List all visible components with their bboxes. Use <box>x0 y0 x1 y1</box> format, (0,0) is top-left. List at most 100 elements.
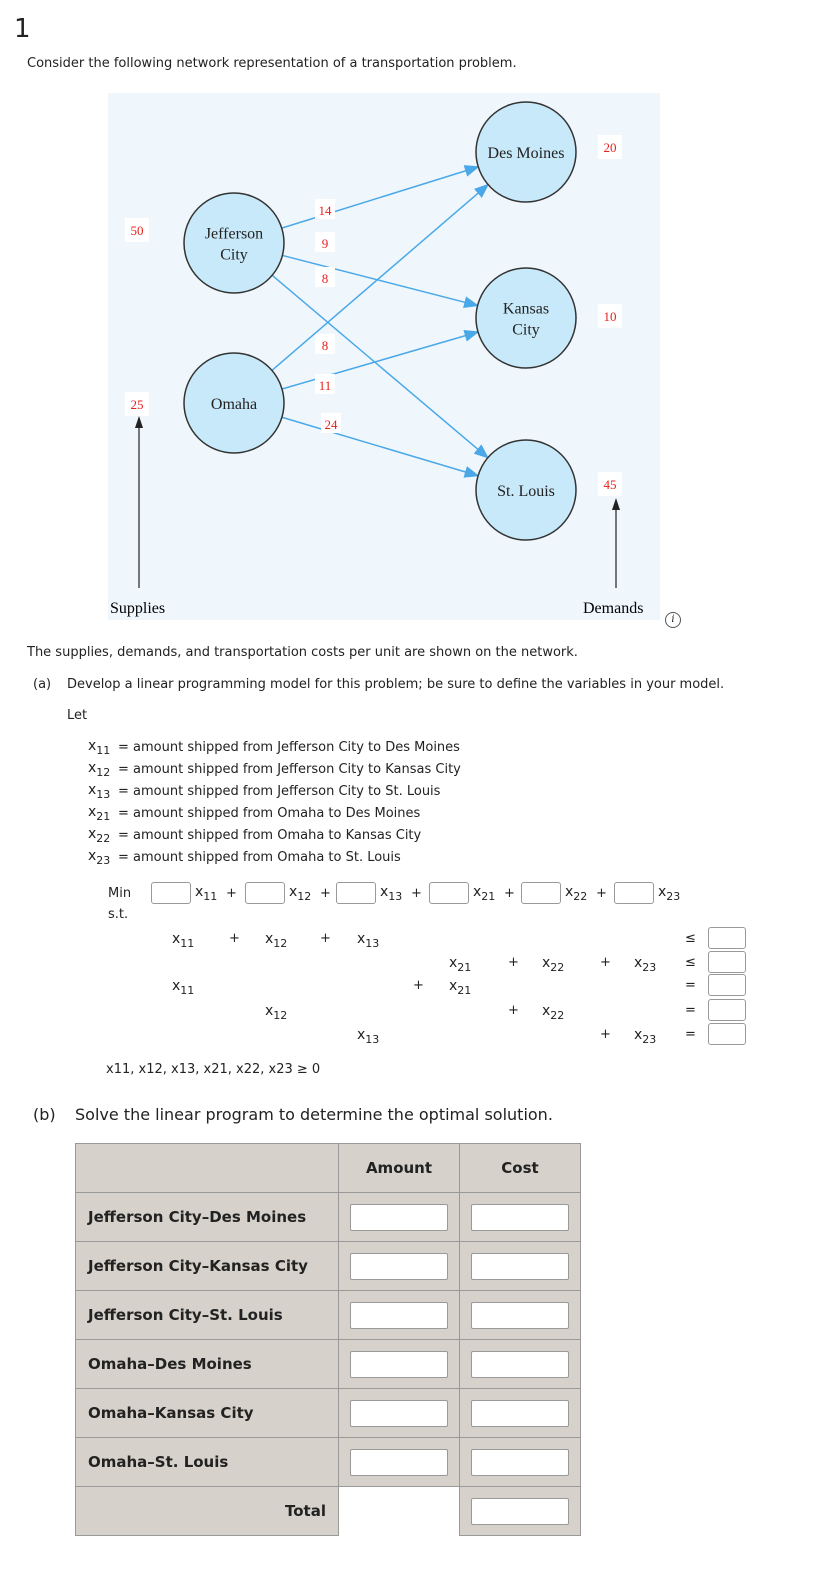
cost-input[interactable] <box>471 1350 569 1378</box>
objective-coef-x11[interactable] <box>151 882 191 904</box>
svg-text:Omaha: Omaha <box>211 396 257 413</box>
constraint-var: x11 <box>172 931 195 950</box>
arc-jc_kc <box>282 254 480 309</box>
definition-text: = amount shipped from Jefferson City to … <box>118 740 460 755</box>
objective-var: x12 <box>289 884 312 903</box>
cost-input[interactable] <box>471 1448 569 1476</box>
plus-sign: + <box>226 886 237 901</box>
constraint-var: x13 <box>357 931 380 950</box>
cost-label: 24 <box>325 417 339 432</box>
route-label: Omaha–St. Louis <box>75 1437 339 1487</box>
variable-21: x21 <box>88 804 111 823</box>
arc-om_dm <box>271 183 490 371</box>
amount-input[interactable] <box>350 1350 448 1378</box>
amount-cell <box>338 1192 460 1242</box>
amount-cell <box>338 1241 460 1291</box>
plus-sign: + <box>320 931 331 946</box>
min-label: Min <box>108 886 132 901</box>
amount-input[interactable] <box>350 1448 448 1476</box>
demands-label: Demands <box>583 600 643 617</box>
constraint-rhs-input[interactable] <box>708 927 746 949</box>
definition-text: = amount shipped from Jefferson City to … <box>118 784 441 799</box>
svg-text:Kansas: Kansas <box>503 301 549 318</box>
part-b-text: Solve the linear program to determine th… <box>75 1105 553 1124</box>
plus-sign: + <box>229 931 240 946</box>
supplies-label: Supplies <box>110 600 165 617</box>
cost-header: Cost <box>459 1143 581 1193</box>
objective-var: x22 <box>565 884 588 903</box>
route-label: Omaha–Des Moines <box>75 1339 339 1389</box>
definition-text: = amount shipped from Omaha to Kansas Ci… <box>118 828 422 843</box>
constraint-rhs-input[interactable] <box>708 974 746 996</box>
cost-input[interactable] <box>471 1203 569 1231</box>
cost-input[interactable] <box>471 1301 569 1329</box>
constraint-sign: = <box>685 1027 696 1042</box>
amount-input[interactable] <box>350 1203 448 1231</box>
svg-text:City: City <box>220 247 248 264</box>
question-number: 1 <box>14 14 31 44</box>
total-label: Total <box>75 1486 339 1536</box>
objective-coef-x22[interactable] <box>521 882 561 904</box>
route-label: Omaha–Kansas City <box>75 1388 339 1438</box>
plus-sign: + <box>413 978 424 993</box>
variable-22: x22 <box>88 826 111 845</box>
part-a-label: (a) <box>33 677 52 692</box>
constraint-var: x23 <box>634 1027 657 1046</box>
arc-om_sl <box>281 416 480 478</box>
solution-table: Amount Cost Jefferson City–Des Moines Jef… <box>75 1143 581 1536</box>
route-label: Jefferson City–Des Moines <box>75 1192 339 1242</box>
intro-text: Consider the following network represent… <box>27 56 517 71</box>
demand-value: 20 <box>604 140 617 155</box>
plus-sign: + <box>600 955 611 970</box>
amount-header: Amount <box>338 1143 460 1193</box>
cost-input[interactable] <box>471 1252 569 1280</box>
constraint-var: x22 <box>542 955 565 974</box>
plus-sign: + <box>596 886 607 901</box>
objective-coef-x12[interactable] <box>245 882 285 904</box>
route-label: Jefferson City–Kansas City <box>75 1241 339 1291</box>
objective-coef-x13[interactable] <box>336 882 376 904</box>
cost-label: 14 <box>319 203 333 218</box>
svg-text:St. Louis: St. Louis <box>497 483 555 500</box>
plus-sign: + <box>508 955 519 970</box>
total-cost-cell <box>459 1486 581 1536</box>
plus-sign: + <box>508 1003 519 1018</box>
constraint-var: x12 <box>265 1003 288 1022</box>
objective-coef-x21[interactable] <box>429 882 469 904</box>
variable-13: x13 <box>88 782 111 801</box>
st-label: s.t. <box>108 907 129 922</box>
amount-cell <box>338 1388 460 1438</box>
objective-var: x11 <box>195 884 218 903</box>
constraint-rhs-input[interactable] <box>708 951 746 973</box>
amount-input[interactable] <box>350 1399 448 1427</box>
cost-cell <box>459 1388 581 1438</box>
svg-text:Des Moines: Des Moines <box>488 145 565 162</box>
amount-input[interactable] <box>350 1252 448 1280</box>
svg-text:City: City <box>512 322 540 339</box>
objective-coef-x23[interactable] <box>614 882 654 904</box>
demand-value: 10 <box>604 309 617 324</box>
supply-value: 25 <box>131 397 144 412</box>
amount-cell <box>338 1290 460 1340</box>
supply-value: 50 <box>131 223 144 238</box>
cost-input[interactable] <box>471 1399 569 1427</box>
constraint-var: x13 <box>357 1027 380 1046</box>
constraint-sign: = <box>685 1003 696 1018</box>
nonnegativity: x11, x12, x13, x21, x22, x23 ≥ 0 <box>106 1062 321 1077</box>
constraint-var: x22 <box>542 1003 565 1022</box>
amount-cell <box>338 1437 460 1487</box>
constraint-var: x23 <box>634 955 657 974</box>
constraint-sign: = <box>685 978 696 993</box>
total-cost-input[interactable] <box>471 1497 569 1525</box>
constraint-var: x21 <box>449 955 472 974</box>
amount-input[interactable] <box>350 1301 448 1329</box>
info-icon[interactable]: i <box>665 612 681 628</box>
cost-label: 8 <box>322 338 329 353</box>
constraint-rhs-input[interactable] <box>708 1023 746 1045</box>
plus-sign: + <box>411 886 422 901</box>
arc-om_kc <box>281 329 480 390</box>
constraint-rhs-input[interactable] <box>708 999 746 1021</box>
network-diagram: Jefferson City Omaha Des Moines Kansas City St… <box>108 93 660 620</box>
constraint-var: x21 <box>449 978 472 997</box>
cost-cell <box>459 1192 581 1242</box>
